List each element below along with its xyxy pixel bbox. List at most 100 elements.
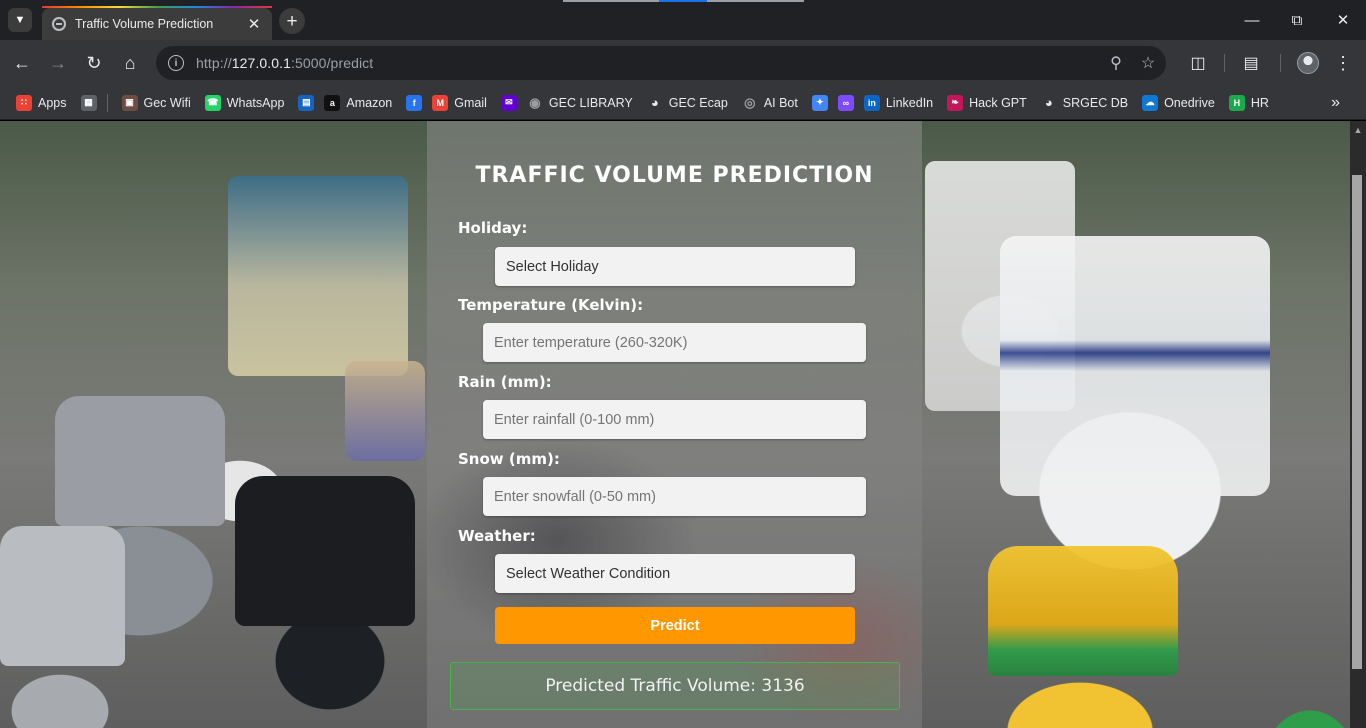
- apps-grid-icon: ∷: [16, 94, 32, 111]
- amazon-icon: a: [324, 94, 341, 111]
- temperature-label: Temperature (Kelvin):: [458, 296, 644, 314]
- tab-search-button[interactable]: ▼: [8, 8, 32, 32]
- scroll-up-icon[interactable]: ▲: [1350, 123, 1366, 137]
- weather-select[interactable]: Select Weather Condition: [495, 554, 855, 593]
- globe-icon: ◕: [1044, 95, 1053, 110]
- bookmark-amazon[interactable]: a Amazon: [324, 94, 393, 111]
- predict-button[interactable]: Predict: [495, 607, 855, 644]
- copilot-icon: ∞: [837, 94, 854, 111]
- new-tab-button[interactable]: +: [279, 8, 305, 34]
- home-icon[interactable]: ⌂: [115, 48, 145, 78]
- gemini-icon: ✦: [811, 94, 828, 111]
- bookmark-yahoo-mail[interactable]: ✉: [500, 94, 517, 111]
- bookmark-srgec-db[interactable]: ◕ SRGEC DB: [1041, 95, 1128, 111]
- snow-input[interactable]: Enter snowfall (0-50 mm): [483, 477, 866, 516]
- bookmarks-divider: [106, 93, 108, 112]
- bookmarks-bar: ∷ Apps ▦ ▣ Gec Wifi ☎ WhatsApp ▤ a Amazon f M Gmail ✉…: [0, 86, 1366, 120]
- bookmark-label: GEC Ecap: [668, 95, 728, 110]
- bookmark-label: Onedrive: [1164, 95, 1215, 110]
- scrollbar-thumb[interactable]: [1352, 175, 1362, 669]
- hackerrank-icon: H: [1228, 94, 1245, 111]
- url-path: :5000/predict: [291, 55, 374, 71]
- reload-icon[interactable]: ↻: [79, 48, 109, 78]
- url-host: 127.0.0.1: [231, 55, 292, 71]
- bookmark-gec-wifi[interactable]: ▣ Gec Wifi: [121, 94, 191, 111]
- bookmark-label: Gec Wifi: [143, 95, 191, 110]
- bookmark-label: WhatsApp: [226, 95, 285, 110]
- rain-input[interactable]: Enter rainfall (0-100 mm): [483, 400, 866, 439]
- url-text[interactable]: http://127.0.0.1:5000/predict: [196, 55, 373, 71]
- chevron-down-icon: ▼: [14, 14, 26, 26]
- bookmark-label: AI Bot: [763, 95, 798, 110]
- flipkart-icon: f: [406, 94, 423, 111]
- holiday-select[interactable]: Select Holiday: [495, 247, 855, 286]
- page-viewport: TRAFFIC VOLUME PREDICTION Holiday: Selec…: [0, 121, 1350, 728]
- browser-toolbar: ← → ↻ ⌂ i http://127.0.0.1:5000/predict …: [0, 40, 1366, 86]
- bookmark-whatsapp[interactable]: ☎ WhatsApp: [204, 94, 285, 111]
- tab-title: Traffic Volume Prediction: [75, 17, 214, 31]
- bookmark-flipkart[interactable]: f: [406, 94, 423, 111]
- bookmark-hack-gpt[interactable]: ❧ Hack GPT: [947, 94, 1027, 111]
- bookmark-label: Apps: [38, 95, 67, 110]
- onedrive-icon: ☁: [1142, 94, 1159, 111]
- close-tab-icon[interactable]: ✕: [246, 15, 262, 33]
- bookmark-copilot[interactable]: ∞: [837, 94, 854, 111]
- globe-icon: ◕: [650, 95, 659, 110]
- bookmark-gmail[interactable]: M Gmail: [432, 94, 487, 111]
- whatsapp-icon: ☎: [204, 94, 221, 111]
- site-info-icon[interactable]: i: [168, 55, 184, 71]
- bookmark-gec-library[interactable]: ◉ GEC LIBRARY: [527, 95, 633, 111]
- bookmark-star-icon[interactable]: ☆: [1134, 46, 1162, 80]
- close-window-icon[interactable]: ✕: [1320, 0, 1366, 40]
- globe-icon: [52, 17, 66, 31]
- bookmark-label: HR: [1250, 95, 1269, 110]
- bookmark-ai-bot[interactable]: ◎ AI Bot: [742, 95, 798, 111]
- weather-label: Weather:: [458, 527, 536, 545]
- extensions-icon[interactable]: ◫: [1183, 48, 1213, 78]
- bookmark-label: Hack GPT: [969, 95, 1027, 110]
- form-title: TRAFFIC VOLUME PREDICTION: [475, 163, 874, 188]
- bookmark-apps[interactable]: ∷ Apps: [16, 94, 67, 111]
- gmail-icon: M: [432, 94, 449, 111]
- bookmark-label: Gmail: [454, 95, 487, 110]
- bookmark-hr[interactable]: H HR: [1228, 94, 1269, 111]
- linkedin-icon: in: [863, 94, 880, 111]
- bookmark-gec-ecap[interactable]: ◕ GEC Ecap: [647, 95, 728, 111]
- bookmark-onedrive[interactable]: ☁ Onedrive: [1142, 94, 1215, 111]
- address-bar[interactable]: i http://127.0.0.1:5000/predict ⚲ ☆: [156, 46, 1166, 80]
- bookmark-linkedin[interactable]: in LinkedIn: [863, 94, 933, 111]
- bookmark-sbi[interactable]: ▤: [298, 94, 315, 111]
- window-drag-indicator: [563, 0, 804, 2]
- forward-icon[interactable]: →: [43, 48, 73, 78]
- menu-kebab-icon[interactable]: ⋮: [1328, 48, 1358, 78]
- yahoo-mail-icon: ✉: [500, 94, 517, 111]
- library-icon: ◉: [529, 94, 541, 110]
- active-tab[interactable]: Traffic Volume Prediction ✕: [42, 8, 272, 40]
- bookmark-label: GEC LIBRARY: [548, 95, 633, 110]
- sbi-icon: ▤: [298, 94, 315, 111]
- bookmarks-overflow-icon[interactable]: »: [1331, 94, 1340, 112]
- profile-avatar[interactable]: [1297, 52, 1319, 74]
- toolbar-divider: [1280, 54, 1281, 72]
- gec-wifi-icon: ▣: [121, 94, 138, 111]
- reading-list-icon[interactable]: ▤: [1236, 48, 1266, 78]
- grid-icon: ▦: [80, 94, 97, 111]
- hack-gpt-icon: ❧: [947, 94, 964, 111]
- bookmark-gemini[interactable]: ✦: [811, 94, 828, 111]
- tab-bar: ▼ Traffic Volume Prediction ✕ + — ⧉ ✕: [0, 0, 1366, 40]
- rain-label: Rain (mm):: [458, 373, 552, 391]
- url-scheme: http://: [196, 55, 232, 71]
- bookmark-grid[interactable]: ▦: [80, 94, 97, 111]
- snow-label: Snow (mm):: [458, 450, 560, 468]
- restore-icon[interactable]: ⧉: [1274, 0, 1320, 40]
- bookmark-label: Amazon: [346, 95, 393, 110]
- zoom-icon[interactable]: ⚲: [1102, 46, 1130, 80]
- prediction-result: Predicted Traffic Volume: 3136: [450, 662, 900, 710]
- page-scrollbar[interactable]: ▲: [1350, 121, 1366, 728]
- ai-bot-icon: ◎: [744, 94, 756, 110]
- back-icon[interactable]: ←: [7, 48, 37, 78]
- toolbar-divider: [1224, 54, 1225, 72]
- temperature-input[interactable]: Enter temperature (260-320K): [483, 323, 866, 362]
- holiday-label: Holiday:: [458, 219, 528, 237]
- minimize-icon[interactable]: —: [1229, 0, 1275, 40]
